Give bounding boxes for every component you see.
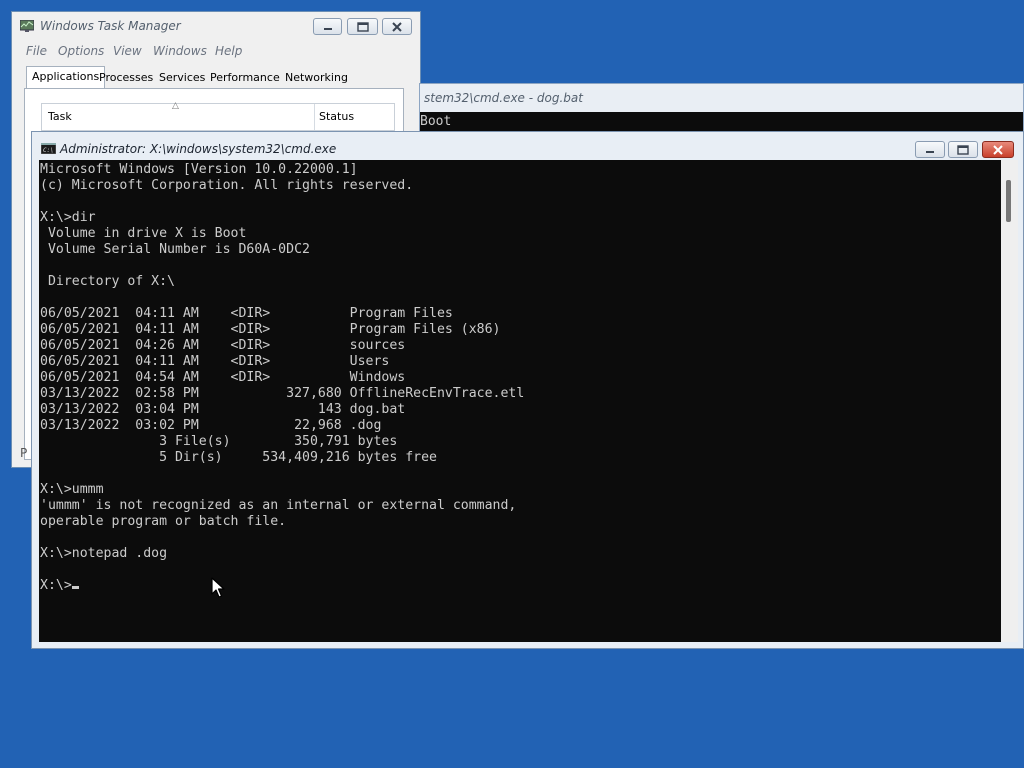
console-line: 'ummm' is not recognized as an internal … [40,498,517,513]
console-line: X:\>ummm [40,482,104,497]
task-manager-title: Windows Task Manager [40,19,181,33]
console-line: 06/05/2021 04:11 AM <DIR> Users [40,354,390,369]
scrollbar-thumb[interactable] [1006,180,1011,222]
console-line: 03/13/2022 03:04 PM 143 dog.bat [40,402,406,417]
column-separator[interactable] [314,104,315,130]
column-task[interactable]: Task [48,110,72,123]
cmd-titlebar[interactable]: C:\ Administrator: X:\windows\system32\c… [32,132,1023,160]
tab-networking[interactable]: Networking [280,68,353,88]
console-line: 06/05/2021 04:11 AM <DIR> Program Files … [40,322,501,337]
console-line: Directory of X:\ [40,274,175,289]
task-manager-titlebar[interactable]: Windows Task Manager [12,12,420,40]
text-cursor [71,586,79,589]
console-prompt: X:\> [40,578,72,593]
cmd-title: Administrator: X:\windows\system32\cmd.e… [60,142,337,156]
console-line: 3 File(s) 350,791 bytes [40,434,398,449]
console-line: Microsoft Windows [Version 10.0.22000.1] [40,162,358,177]
task-manager-menubar: File Options View Windows Help [12,44,420,62]
svg-text:C:\: C:\ [43,147,54,154]
close-icon [392,21,402,32]
cmd-console[interactable]: Microsoft Windows [Version 10.0.22000.1]… [39,160,1001,642]
console-line: 03/13/2022 03:02 PM 22,968 .dog [40,418,382,433]
console-line: 03/13/2022 02:58 PM 327,680 OfflineRecEn… [40,386,525,401]
task-manager-tabs: Applications Processes Services Performa… [12,66,420,89]
maximize-icon [957,144,969,155]
maximize-button[interactable] [347,18,378,35]
mouse-pointer-icon [211,577,225,598]
cmd-maximize-button[interactable] [948,141,978,158]
console-prompt-line[interactable]: X:\> [40,578,79,594]
cmd-background-title: stem32\cmd.exe - dog.bat [424,91,583,105]
console-line: operable program or batch file. [40,514,287,529]
menu-windows[interactable]: Windows [153,44,207,58]
column-status[interactable]: Status [319,110,354,123]
cmd-close-button[interactable] [982,141,1014,158]
console-line: Volume Serial Number is D60A-0DC2 [40,242,310,257]
task-list-header: △ Task Status [41,101,395,131]
menu-file[interactable]: File [26,44,47,58]
cmd-window[interactable]: C:\ Administrator: X:\windows\system32\c… [31,131,1024,649]
cmd-minimize-button[interactable] [915,141,945,158]
tab-services[interactable]: Services [154,68,210,88]
menu-options[interactable]: Options [58,44,104,58]
task-manager-icon [20,20,34,32]
minimize-icon [926,150,934,153]
close-icon [993,144,1003,155]
menu-view[interactable]: View [113,44,142,58]
minimize-icon [323,27,332,30]
menu-help[interactable]: Help [215,44,242,58]
task-manager-status-text: P [20,446,28,460]
cmd-background-titlebar[interactable]: stem32\cmd.exe - dog.bat [420,84,1023,112]
cmd-background-text: Boot [420,114,452,129]
console-line: 5 Dir(s) 534,409,216 bytes free [40,450,437,465]
console-line: 06/05/2021 04:11 AM <DIR> Program Files [40,306,453,321]
close-button[interactable] [382,18,412,35]
console-line: X:\>notepad .dog [40,546,168,561]
console-line: (c) Microsoft Corporation. All rights re… [40,178,414,193]
minimize-button[interactable] [313,18,342,35]
console-line: 06/05/2021 04:26 AM <DIR> sources [40,338,406,353]
console-line: X:\>dir [40,210,96,225]
console-line: Volume in drive X is Boot [40,226,247,241]
maximize-icon [356,21,369,32]
cmd-icon: C:\ [41,143,56,154]
tab-performance[interactable]: Performance [205,68,285,88]
cmd-scrollbar[interactable] [1001,160,1018,642]
tab-processes[interactable]: Processes [94,68,158,88]
console-line: 06/05/2021 04:54 AM <DIR> Windows [40,370,406,385]
sort-arrow-icon: △ [172,101,179,111]
